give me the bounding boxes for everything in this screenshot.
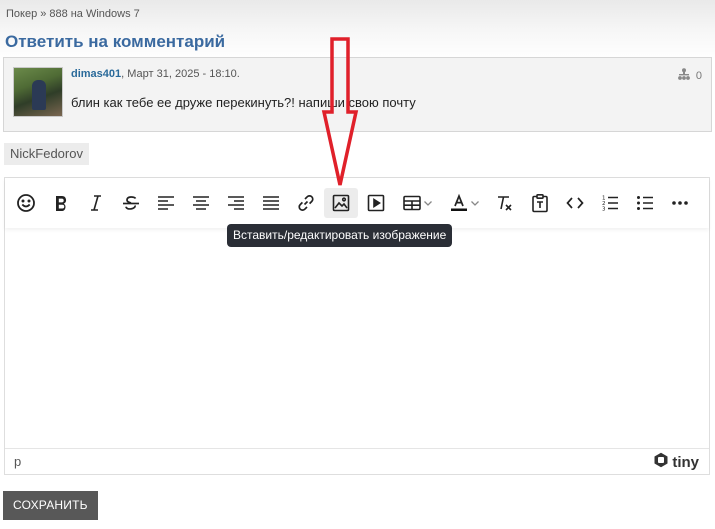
numbered-list-button[interactable]: 123 [593,188,627,218]
editor-content-area[interactable] [5,228,709,448]
tiny-logo-icon [653,452,669,472]
paste-text-icon [530,193,550,213]
users-tree-icon [677,68,690,83]
rich-text-editor: 123 p tiny [4,177,710,475]
save-button[interactable]: СОХРАНИТЬ [3,491,98,520]
align-center-icon [191,193,211,213]
bullet-list-icon [635,193,655,213]
quoted-comment: dimas401, Март 31, 2025 - 18:10. 0 блин … [3,57,712,132]
breadcrumb-separator: » [40,8,47,20]
bullet-list-button[interactable] [628,188,662,218]
comment-meta: dimas401, Март 31, 2025 - 18:10. [71,68,240,80]
remove-format-button[interactable] [488,188,522,218]
username-label: NickFedorov [4,143,89,165]
align-right-icon [226,193,246,213]
italic-button[interactable] [79,188,113,218]
chevron-down-icon [423,198,433,208]
align-justify-button[interactable] [254,188,288,218]
reply-count-value: 0 [695,69,702,82]
remove-format-icon [495,193,515,213]
align-center-button[interactable] [184,188,218,218]
breadcrumb: Покер» 888 на Windows 7 [6,8,140,20]
link-icon [296,193,316,213]
align-justify-icon [261,193,281,213]
emoticons-icon [16,193,36,213]
chevron-down-icon [470,198,480,208]
media-icon [366,193,386,213]
strikethrough-icon [121,193,141,213]
svg-text:3: 3 [602,207,606,213]
align-left-icon [156,193,176,213]
image-icon [331,193,351,213]
reply-count: 0 [677,68,702,83]
breadcrumb-link-888[interactable]: 888 на Windows 7 [49,8,139,20]
editor-toolbar: 123 [5,178,709,228]
strikethrough-button[interactable] [114,188,148,218]
tiny-branding-link[interactable]: tiny [653,452,699,472]
italic-icon [86,193,106,213]
page-title: Ответить на комментарий [5,32,226,51]
element-path[interactable]: p [14,454,21,469]
image-button-tooltip: Вставить/редактировать изображение [227,224,453,247]
media-button[interactable] [359,188,393,218]
link-button[interactable] [289,188,323,218]
comment-author-link[interactable]: dimas401 [71,68,121,80]
bold-icon [51,193,71,213]
table-button[interactable] [394,188,440,218]
source-code-icon [565,193,585,213]
table-icon [402,193,422,213]
numbered-list-icon: 123 [600,193,620,213]
editor-statusbar: p tiny [5,448,709,474]
bold-button[interactable] [44,188,78,218]
align-left-button[interactable] [149,188,183,218]
align-right-button[interactable] [219,188,253,218]
tiny-brand-text: tiny [672,453,699,471]
source-code-button[interactable] [558,188,592,218]
emoticons-button[interactable] [9,188,43,218]
paste-text-button[interactable] [523,188,557,218]
more-button[interactable] [663,188,697,218]
comment-text: блин как тебе ее друже перекинуть?! напи… [71,95,416,110]
more-icon [670,193,690,213]
text-color-button[interactable] [441,188,487,218]
avatar[interactable] [13,67,63,117]
breadcrumb-link-poker[interactable]: Покер [6,8,37,20]
comment-date: , Март 31, 2025 - 18:10. [121,68,240,80]
text-color-icon [449,193,469,213]
insert-image-button[interactable] [324,188,358,218]
